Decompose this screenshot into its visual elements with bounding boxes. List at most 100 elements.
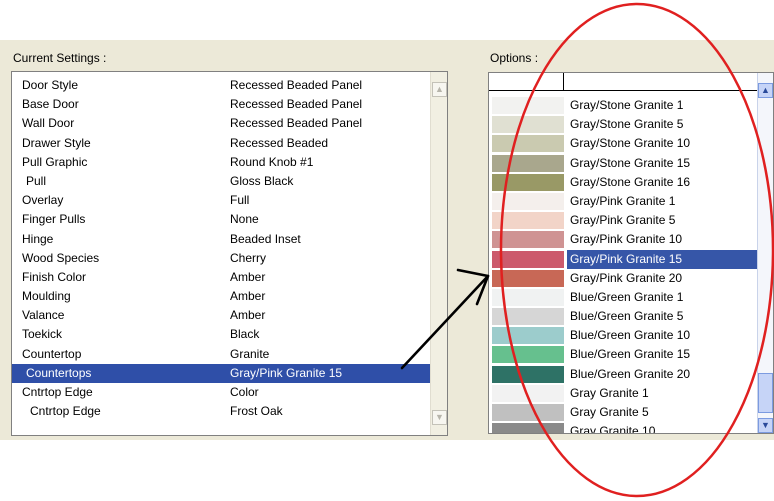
option-label: Gray Granite 5 bbox=[570, 405, 649, 419]
option-item[interactable]: Gray/Stone Granite 10 bbox=[489, 134, 759, 153]
color-swatch bbox=[492, 173, 564, 191]
settings-row[interactable]: Base Door Recessed Beaded Panel bbox=[12, 95, 430, 114]
setting-value: None bbox=[230, 212, 259, 227]
options-rows: Gray/Stone Granite 1 Gray/Stone Granite 5… bbox=[489, 96, 759, 434]
option-item[interactable]: Gray/Stone Granite 5 bbox=[489, 115, 759, 134]
option-label: Blue/Green Granite 15 bbox=[570, 347, 691, 362]
settings-row[interactable]: Cntrtop Edge Frost Oak bbox=[12, 402, 430, 421]
setting-value: Beaded Inset bbox=[230, 231, 301, 246]
option-label: Blue/Green Granite 1 bbox=[570, 289, 684, 304]
settings-row[interactable]: Wood Species Cherry bbox=[12, 249, 430, 268]
setting-value: Gloss Black bbox=[230, 173, 294, 188]
color-swatch bbox=[492, 97, 564, 114]
option-item[interactable]: Blue/Green Granite 15 bbox=[489, 345, 759, 364]
setting-name: Door Style bbox=[22, 78, 79, 92]
option-item[interactable]: Gray Granite 10 bbox=[489, 422, 759, 434]
setting-value: Cherry bbox=[230, 250, 267, 265]
current-settings-label: Current Settings : bbox=[13, 51, 107, 65]
color-swatch bbox=[492, 135, 564, 153]
color-swatch bbox=[492, 269, 564, 287]
setting-value: Amber bbox=[230, 308, 266, 323]
option-item[interactable]: Gray Granite 5 bbox=[489, 403, 759, 422]
color-swatch bbox=[492, 346, 564, 364]
setting-value: Granite bbox=[230, 346, 270, 361]
scroll-down-arrow-icon[interactable]: ▼ bbox=[758, 418, 773, 433]
settings-row[interactable]: Moulding Amber bbox=[12, 287, 430, 306]
option-label: Gray/Stone Granite 15 bbox=[570, 155, 691, 170]
color-swatch bbox=[492, 423, 564, 433]
settings-row[interactable]: Finger Pulls None bbox=[12, 210, 430, 229]
settings-row[interactable]: Hinge Beaded Inset bbox=[12, 230, 430, 249]
option-item[interactable]: Blue/Green Granite 1 bbox=[489, 288, 759, 307]
options-scroll-thumb[interactable] bbox=[758, 373, 773, 413]
option-label: Blue/Green Granite 5 bbox=[570, 309, 684, 324]
option-label: Gray Granite 10 bbox=[570, 424, 656, 434]
options-scrollbar[interactable]: ▲ ▼ bbox=[757, 73, 773, 433]
settings-row[interactable]: Pull Gloss Black bbox=[12, 172, 430, 191]
option-item[interactable]: Blue/Green Granite 5 bbox=[489, 307, 759, 326]
current-settings-scrollbar[interactable]: ▲ ▼ bbox=[430, 72, 447, 435]
option-item[interactable]: Gray/Pink Granite 10 bbox=[489, 230, 759, 249]
setting-name: Base Door bbox=[22, 97, 79, 112]
options-header-divider[interactable] bbox=[563, 73, 564, 91]
color-swatch bbox=[492, 231, 564, 249]
setting-name: Cntrtop Edge bbox=[30, 404, 101, 419]
option-label: Gray/Pink Granite 15 bbox=[567, 249, 759, 269]
option-label: Blue/Green Granite 10 bbox=[570, 328, 691, 343]
color-swatch bbox=[492, 192, 564, 210]
settings-row[interactable]: Drawer Style Recessed Beaded bbox=[12, 134, 430, 153]
option-item[interactable]: Blue/Green Granite 10 bbox=[489, 326, 759, 345]
settings-row[interactable]: Finish Color Amber bbox=[12, 268, 430, 287]
setting-name: Pull bbox=[26, 173, 47, 188]
setting-value: Recessed Beaded Panel bbox=[230, 97, 363, 112]
option-label: Gray/Stone Granite 10 bbox=[570, 136, 691, 151]
option-item[interactable]: Gray/Pink Granite 20 bbox=[489, 269, 759, 288]
color-swatch bbox=[492, 327, 564, 345]
option-item[interactable]: Gray/Stone Granite 15 bbox=[489, 154, 759, 173]
option-item[interactable]: Gray/Pink Granite 5 bbox=[489, 211, 759, 230]
option-label: Gray/Stone Granite 16 bbox=[570, 174, 691, 189]
setting-name: Overlay bbox=[22, 193, 64, 208]
option-label: Gray/Pink Granite 10 bbox=[570, 232, 683, 247]
color-swatch bbox=[492, 116, 564, 134]
scroll-down-arrow-icon[interactable]: ▼ bbox=[432, 410, 447, 425]
settings-row[interactable]: Pull Graphic Round Knob #1 bbox=[12, 153, 430, 172]
settings-row[interactable]: Countertop Granite bbox=[12, 345, 430, 364]
color-swatch bbox=[492, 365, 564, 383]
setting-name: Moulding bbox=[22, 289, 71, 304]
option-item[interactable]: Gray/Pink Granite 1 bbox=[489, 192, 759, 211]
color-swatch bbox=[492, 212, 564, 230]
color-swatch bbox=[492, 404, 564, 421]
setting-name: Finger Pulls bbox=[22, 212, 86, 227]
setting-name: Valance bbox=[22, 308, 65, 323]
settings-row[interactable]: Wall Door Recessed Beaded Panel bbox=[12, 114, 430, 133]
scroll-up-arrow-icon[interactable]: ▲ bbox=[432, 82, 447, 97]
option-item[interactable]: Gray Granite 1 bbox=[489, 384, 759, 403]
options-label: Options : bbox=[490, 51, 539, 65]
setting-name: Wall Door bbox=[22, 116, 75, 131]
option-item[interactable]: Blue/Green Granite 20 bbox=[489, 365, 759, 384]
option-item[interactable]: Gray/Pink Granite 15 bbox=[489, 249, 759, 269]
settings-row[interactable]: Countertops Gray/Pink Granite 15 bbox=[12, 363, 430, 383]
setting-name: Wood Species bbox=[22, 250, 100, 265]
color-swatch bbox=[492, 308, 564, 326]
setting-name: Pull Graphic bbox=[22, 154, 88, 169]
setting-value: Full bbox=[230, 193, 250, 208]
options-list[interactable]: Gray/Stone Granite 1 Gray/Stone Granite 5… bbox=[488, 72, 774, 434]
setting-value: Amber bbox=[230, 289, 266, 304]
settings-row[interactable]: Valance Amber bbox=[12, 306, 430, 325]
setting-name: Countertop bbox=[22, 346, 82, 361]
setting-name: Toekick bbox=[22, 327, 63, 342]
scroll-up-arrow-icon[interactable]: ▲ bbox=[758, 83, 773, 98]
option-item[interactable]: Gray/Stone Granite 16 bbox=[489, 173, 759, 192]
settings-row[interactable]: Overlay Full bbox=[12, 191, 430, 210]
setting-name: Finish Color bbox=[22, 269, 87, 284]
color-swatch bbox=[492, 250, 564, 268]
settings-row[interactable]: Cntrtop Edge Color bbox=[12, 383, 430, 402]
option-label: Gray/Stone Granite 1 bbox=[570, 98, 684, 112]
settings-row[interactable]: Door Style Recessed Beaded Panel bbox=[12, 76, 430, 95]
settings-row[interactable]: Toekick Black bbox=[12, 325, 430, 344]
current-settings-list[interactable]: Door Style Recessed Beaded Panel Base Door… bbox=[11, 71, 448, 436]
option-item[interactable]: Gray/Stone Granite 1 bbox=[489, 96, 759, 115]
setting-value: Recessed Beaded bbox=[230, 135, 329, 150]
